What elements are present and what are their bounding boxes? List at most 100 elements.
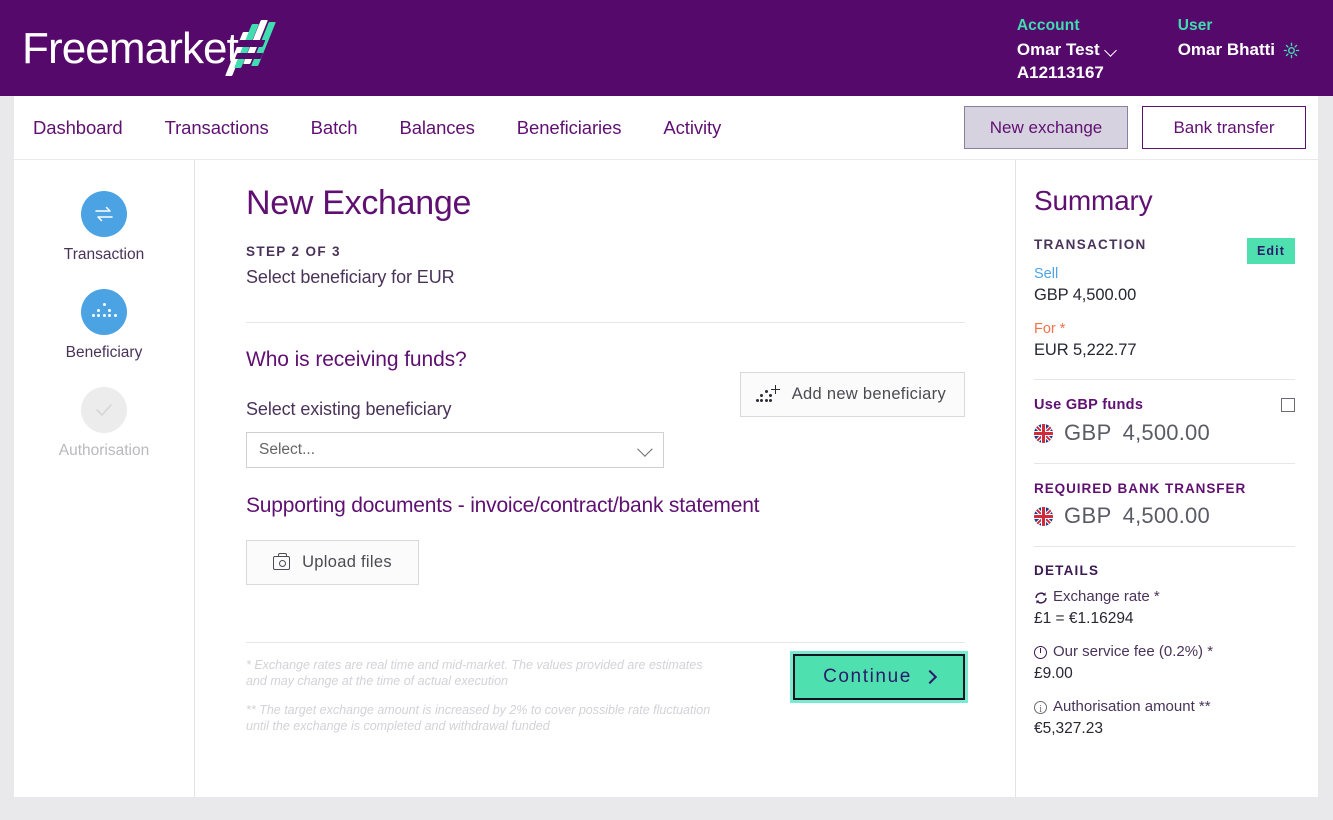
step-transaction[interactable]: Transaction (64, 191, 144, 264)
plus-icon (771, 385, 780, 394)
detail-exchange-rate: Exchange rate * £1 = €1.16294 (1034, 587, 1295, 630)
summary-divider-2 (1034, 463, 1295, 464)
chevron-down-icon[interactable] (1105, 46, 1118, 54)
nav-item-activity[interactable]: Activity (663, 117, 721, 139)
user-name: Omar Bhatti (1178, 39, 1275, 61)
detail-authorisation-amount: Authorisation amount ** €5,327.23 (1034, 697, 1295, 740)
brand-logo-mark-icon (234, 20, 268, 72)
summary-divider-1 (1034, 379, 1295, 380)
step-beneficiary[interactable]: Beneficiary (66, 289, 143, 362)
page-title: New Exchange (246, 184, 965, 223)
nav-item-dashboard[interactable]: Dashboard (33, 117, 123, 139)
summary-for-row: For * EUR 5,222.77 (1034, 319, 1295, 362)
detail-exchange-rate-label: Exchange rate * (1053, 587, 1160, 607)
step-subtitle: Select beneficiary for EUR (246, 267, 965, 288)
brand-logo-text: Freemarket (22, 25, 238, 73)
step-authorisation[interactable]: Authorisation (59, 387, 149, 460)
upload-files-button[interactable]: Upload files (246, 540, 419, 585)
add-beneficiary-icon (755, 386, 779, 403)
nav-item-batch[interactable]: Batch (311, 117, 358, 139)
use-funds-amount-row: GBP 4,500.00 (1034, 420, 1295, 446)
camera-icon (273, 556, 290, 570)
detail-service-fee-head: Our service fee (0.2%) * (1034, 642, 1295, 662)
user-column: User Omar Bhatti (1178, 16, 1300, 84)
summary-sell-label: Sell (1034, 264, 1295, 284)
step-label-beneficiary: Beneficiary (66, 344, 143, 362)
summary-sell-row: Sell GBP 4,500.00 (1034, 264, 1295, 307)
info-icon (1034, 701, 1047, 714)
header-right-strip (1318, 0, 1333, 96)
supporting-documents-title: Supporting documents - invoice/contract/… (246, 494, 965, 518)
detail-authorisation-amount-label: Authorisation amount ** (1053, 697, 1211, 717)
summary-sell-value: GBP 4,500.00 (1034, 284, 1295, 307)
refresh-icon (1034, 591, 1047, 604)
use-funds-currency: GBP (1064, 420, 1112, 446)
step-kicker: STEP 2 OF 3 (246, 244, 965, 259)
section-title-receiving: Who is receiving funds? (246, 348, 965, 372)
detail-exchange-rate-value: £1 = €1.16294 (1034, 608, 1295, 630)
uk-flag-icon (1034, 424, 1053, 443)
user-label: User (1178, 16, 1300, 36)
use-gbp-funds-label: Use GBP funds (1034, 397, 1143, 413)
summary-title: Summary (1034, 185, 1295, 217)
summary-panel: Summary TRANSACTION Edit Sell GBP 4,500.… (1015, 160, 1318, 797)
add-new-beneficiary-label: Add new beneficiary (792, 385, 946, 404)
nav-items: Dashboard Transactions Batch Balances Be… (33, 117, 721, 139)
form-divider (246, 322, 965, 323)
beneficiary-select-value: Select... (259, 441, 315, 459)
detail-authorisation-amount-head: Authorisation amount ** (1034, 697, 1295, 717)
use-funds-amount: 4,500.00 (1123, 420, 1210, 446)
add-new-beneficiary-button[interactable]: Add new beneficiary (740, 372, 965, 417)
step-label-transaction: Transaction (64, 246, 144, 264)
account-label: Account (1017, 16, 1118, 36)
required-transfer-currency: GBP (1064, 503, 1112, 529)
main-card: Transaction Beneficiary Authorisation (14, 160, 1318, 797)
account-column: Account Omar Test A12113167 (1017, 16, 1118, 84)
account-number: A12113167 (1017, 61, 1118, 84)
gear-icon[interactable] (1283, 42, 1300, 59)
detail-exchange-rate-head: Exchange rate * (1034, 587, 1295, 607)
step-label-authorisation: Authorisation (59, 442, 149, 460)
check-icon (81, 387, 127, 433)
continue-button[interactable]: Continue (793, 654, 965, 700)
footnotes: * Exchange rates are real time and mid-m… (246, 657, 726, 747)
detail-service-fee-label: Our service fee (0.2%) * (1053, 642, 1213, 662)
beneficiary-select[interactable]: Select... (246, 432, 664, 468)
upload-files-label: Upload files (302, 553, 392, 572)
uk-flag-icon (1034, 507, 1053, 526)
step-sidebar: Transaction Beneficiary Authorisation (14, 160, 195, 797)
clock-icon (1034, 646, 1047, 659)
edit-button[interactable]: Edit (1247, 238, 1295, 264)
people-dots-icon (81, 289, 127, 335)
required-transfer-amount-row: GBP 4,500.00 (1034, 503, 1295, 529)
chevron-right-icon (923, 670, 937, 684)
footnote-exchange-rate: * Exchange rates are real time and mid-m… (246, 657, 726, 689)
required-transfer-amount: 4,500.00 (1123, 503, 1210, 529)
account-name: Omar Test (1017, 39, 1100, 61)
details-label: DETAILS (1034, 563, 1295, 578)
main-navigation-bar: Dashboard Transactions Batch Balances Be… (14, 96, 1318, 159)
detail-authorisation-amount-value: €5,327.23 (1034, 718, 1295, 740)
nav-actions: New exchange Bank transfer (964, 106, 1306, 149)
chevron-down-icon (637, 441, 653, 457)
use-gbp-funds-checkbox[interactable] (1281, 398, 1295, 412)
nav-item-transactions[interactable]: Transactions (165, 117, 269, 139)
detail-service-fee: Our service fee (0.2%) * £9.00 (1034, 642, 1295, 685)
account-switcher[interactable]: Omar Test (1017, 39, 1118, 61)
account-user-block: Account Omar Test A12113167 User Omar Bh… (1017, 16, 1300, 84)
bank-transfer-button[interactable]: Bank transfer (1142, 106, 1306, 149)
nav-item-beneficiaries[interactable]: Beneficiaries (517, 117, 622, 139)
required-bank-transfer-label: REQUIRED BANK TRANSFER (1034, 481, 1295, 496)
brand-logo[interactable]: Freemarket (22, 25, 268, 73)
use-funds-header: Use GBP funds (1034, 397, 1295, 413)
footnote-target-amount: ** The target exchange amount is increas… (246, 702, 726, 734)
summary-for-label: For * (1034, 319, 1295, 339)
new-exchange-button[interactable]: New exchange (964, 106, 1128, 149)
exchange-form: New Exchange STEP 2 OF 3 Select benefici… (195, 160, 1015, 797)
top-header-bar: Freemarket Account Omar Test A12113167 U… (0, 0, 1333, 96)
summary-for-value: EUR 5,222.77 (1034, 339, 1295, 362)
footer-divider (246, 642, 965, 643)
exchange-arrows-icon (81, 191, 127, 237)
summary-divider-3 (1034, 546, 1295, 547)
nav-item-balances[interactable]: Balances (399, 117, 474, 139)
